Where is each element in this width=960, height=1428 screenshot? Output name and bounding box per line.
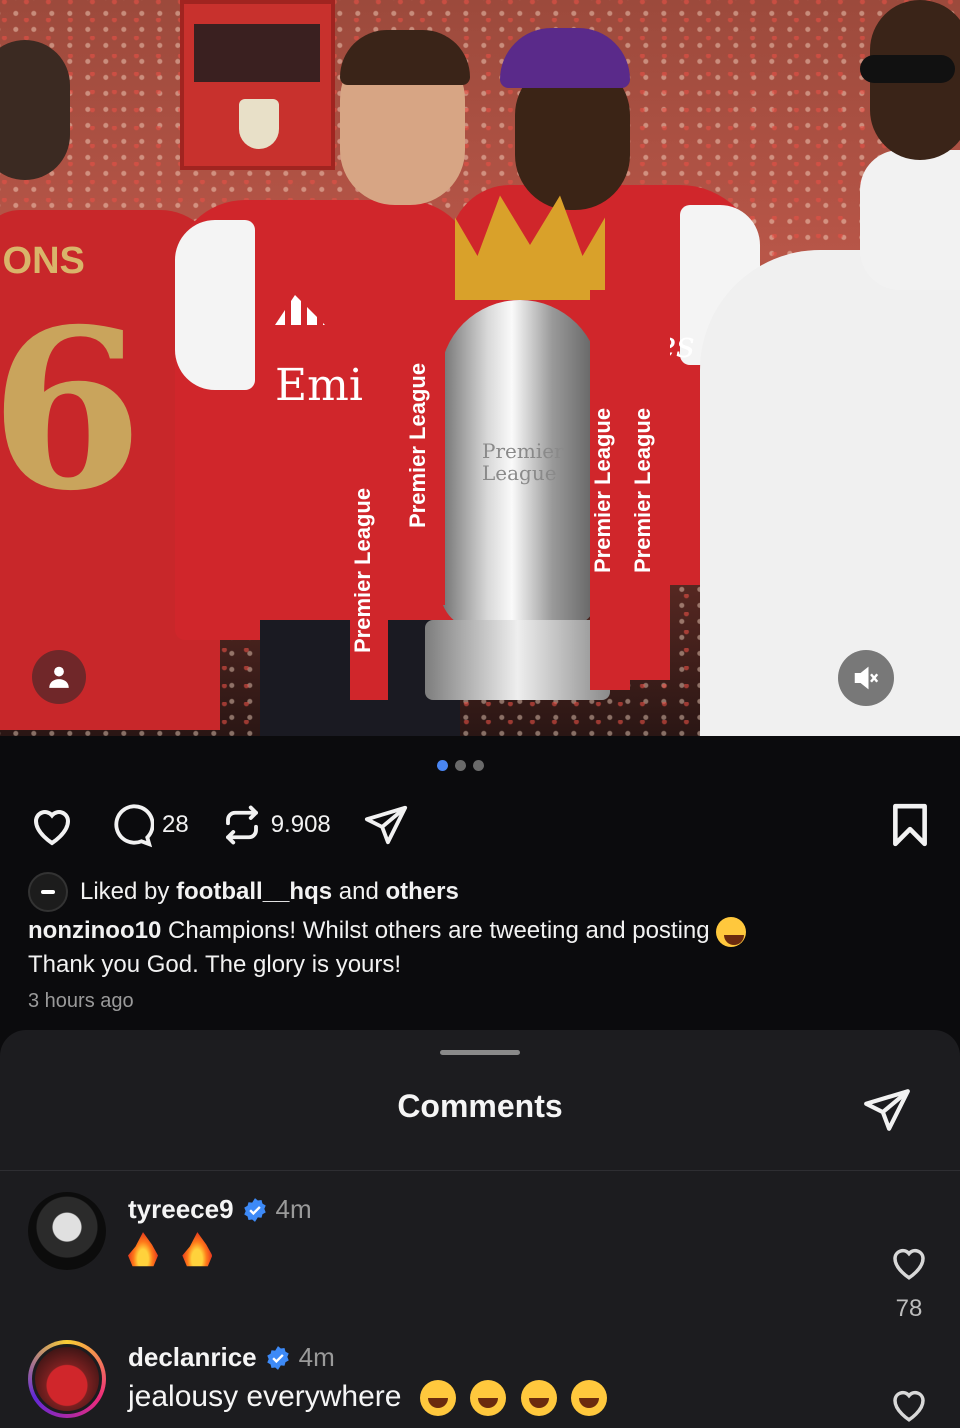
person-top-left: [0, 40, 70, 180]
sponsor-text: Emi: [275, 360, 363, 411]
like-button[interactable]: [28, 803, 76, 847]
sheet-drag-handle[interactable]: [440, 1050, 520, 1055]
trophy-engraving: Premier League: [482, 439, 564, 485]
fire-emoji-icon: [128, 1232, 158, 1267]
laughing-emoji-icon: [716, 916, 747, 947]
send-icon: [364, 805, 407, 845]
save-button[interactable]: [888, 802, 932, 853]
trophy-ribbon: Premier League: [405, 285, 445, 605]
repost-icon: [225, 805, 258, 845]
comment-time: 4m: [298, 1342, 335, 1372]
user-icon: [49, 666, 69, 688]
commenter-avatar[interactable]: [28, 1340, 106, 1418]
liked-by-prefix: Liked by: [80, 878, 170, 905]
caption-text: Champions! Whilst others are tweeting an…: [168, 917, 710, 944]
trophy-ribbon: Premier League: [630, 300, 670, 680]
repost-button[interactable]: 9.908: [221, 804, 331, 846]
carousel-indicator: [437, 760, 484, 771]
comment-time: 4m: [275, 1194, 312, 1224]
post-timestamp: 3 hours ago: [28, 990, 134, 1012]
liked-by-user[interactable]: football__hqs: [176, 878, 332, 906]
divider: [0, 1170, 960, 1171]
comments-title: Comments: [397, 1088, 563, 1124]
comment-bubble-icon: [114, 804, 154, 848]
premier-league-trophy: Premier League: [440, 300, 600, 630]
rolling-laughing-emoji-icon: [419, 1380, 456, 1417]
caption-text-line2: Thank you God. The glory is yours!: [28, 951, 402, 978]
liked-by-row[interactable]: Liked by football__hqs and others: [28, 872, 459, 912]
share-comments-button[interactable]: [860, 1085, 914, 1140]
comment-like-count: 78: [895, 1295, 923, 1322]
carousel-dot-active: [437, 760, 448, 771]
liked-by-connector: and: [338, 878, 379, 905]
post-photo[interactable]: IONS 6 Emi es Premier League Premier Lea…: [0, 0, 960, 736]
repost-count: 9.908: [270, 811, 331, 838]
share-button[interactable]: [363, 802, 409, 848]
parade-bus: [180, 0, 335, 170]
verified-badge-icon: [243, 1197, 266, 1222]
post-action-bar: 28 9.908: [28, 800, 932, 850]
comment-count: 28: [162, 811, 189, 838]
comment-like-button[interactable]: [886, 1384, 932, 1428]
trophy-ribbon: Premier League: [590, 290, 630, 690]
rolling-laughing-emoji-icon: [520, 1380, 557, 1417]
jersey-number: 6: [0, 280, 144, 539]
send-icon: [864, 1089, 910, 1131]
carousel-dot: [455, 760, 466, 771]
speaker-muted-icon: [854, 666, 879, 690]
comment-button[interactable]: 28: [108, 802, 189, 848]
comment-like-button[interactable]: 78: [886, 1242, 932, 1323]
commenter-avatar[interactable]: [28, 1192, 106, 1270]
liked-by-others[interactable]: others: [385, 878, 458, 906]
carousel-dot: [473, 760, 484, 771]
verified-badge-icon: [266, 1345, 289, 1370]
sunglasses: [860, 55, 955, 83]
comment-username[interactable]: declanrice: [128, 1342, 257, 1373]
heart-icon: [33, 810, 71, 846]
post-caption: nonzinoo10 Champions! Whilst others are …: [28, 914, 908, 982]
rolling-laughing-emoji-icon: [470, 1380, 507, 1417]
heart-icon: [893, 1248, 925, 1280]
rolling-laughing-emoji-icon: [570, 1380, 607, 1417]
jersey-name: IONS: [0, 240, 85, 282]
bookmark-icon: [893, 803, 927, 847]
caption-username[interactable]: nonzinoo10: [28, 917, 161, 944]
tagged-users-button[interactable]: [32, 650, 86, 704]
comment-text: jealousy everywhere: [128, 1380, 613, 1417]
adidas-logo: [275, 295, 325, 325]
comment-body: jealousy everywhere: [128, 1380, 402, 1413]
comment-username[interactable]: tyreece9: [128, 1194, 234, 1225]
liker-avatar[interactable]: [28, 872, 68, 912]
trophy-ribbon: Premier League: [350, 440, 388, 700]
heart-icon: [893, 1390, 925, 1422]
comments-sheet: Comments tyreece9 4m 78 declanrice 4m je…: [0, 1030, 960, 1428]
fire-emoji-icon: [182, 1232, 213, 1267]
mute-button[interactable]: [838, 650, 894, 706]
person-right: [700, 250, 960, 736]
comment-text: [128, 1232, 218, 1268]
